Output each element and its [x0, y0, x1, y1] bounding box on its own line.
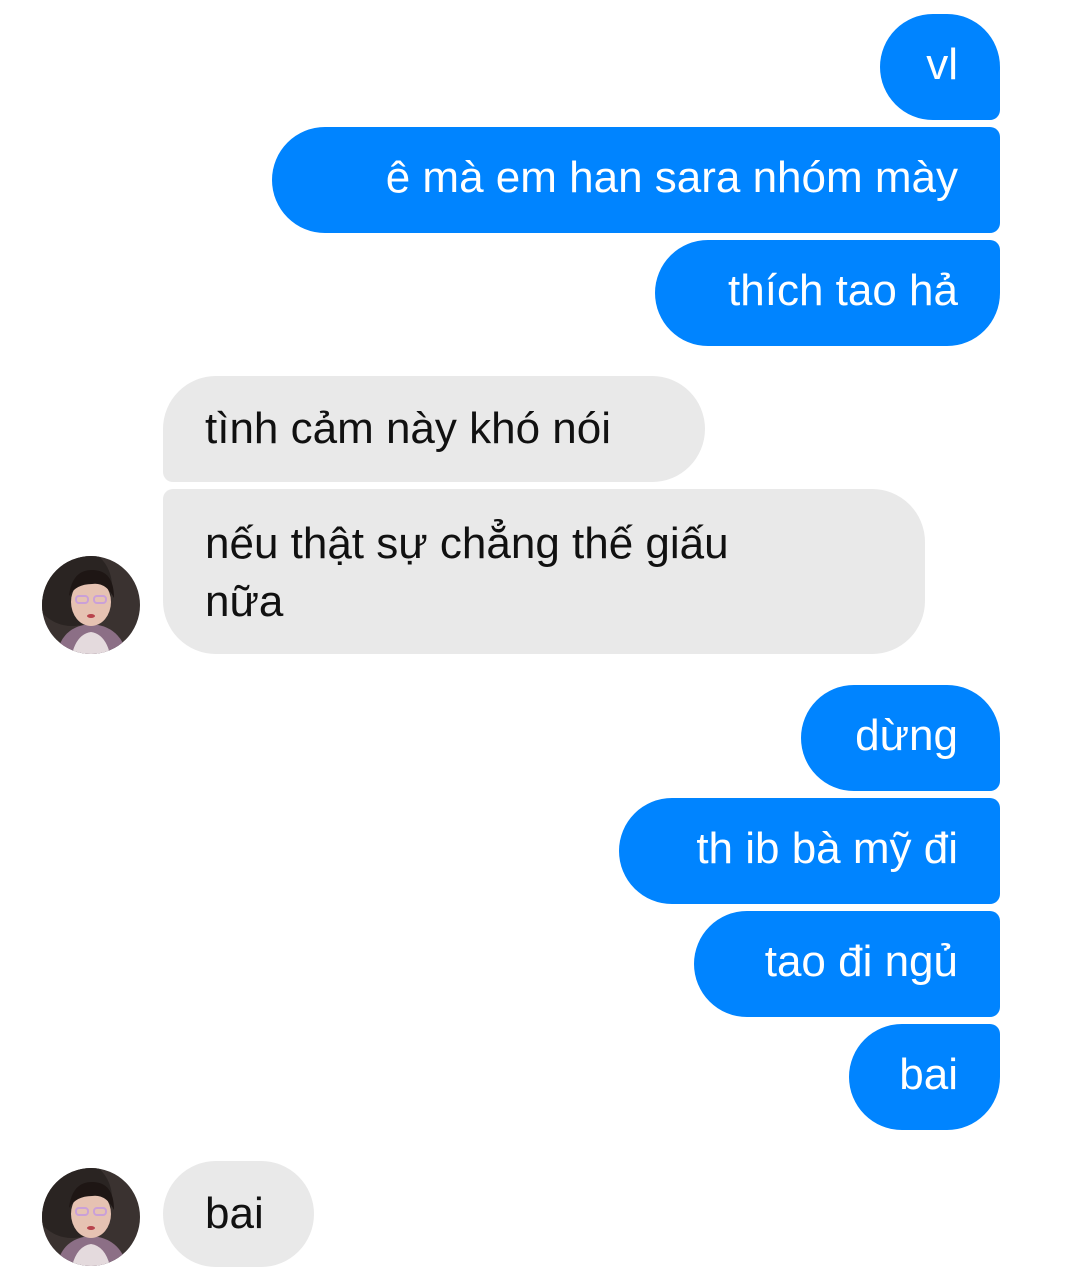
- message-bubble-incoming[interactable]: bai: [163, 1161, 314, 1267]
- message-bubble-outgoing[interactable]: bai: [849, 1024, 1000, 1130]
- message-bubble-outgoing[interactable]: thích tao hả: [655, 240, 1000, 346]
- message-bubble-incoming[interactable]: tình cảm này khó nói: [163, 376, 705, 482]
- contact-avatar-photo-icon: [42, 1168, 140, 1266]
- contact-avatar[interactable]: [42, 1168, 140, 1266]
- message-bubble-outgoing[interactable]: tao đi ngủ: [694, 911, 1000, 1017]
- message-bubble-outgoing[interactable]: dừng: [801, 685, 1000, 791]
- message-bubble-outgoing[interactable]: vl: [880, 14, 1000, 120]
- message-bubble-outgoing[interactable]: ê mà em han sara nhóm mày: [272, 127, 1000, 233]
- contact-avatar[interactable]: [42, 556, 140, 654]
- message-bubble-incoming[interactable]: nếu thật sự chẳng thế giấu nữa: [163, 489, 925, 654]
- contact-avatar-photo-icon: [42, 556, 140, 654]
- message-bubble-outgoing[interactable]: th ib bà mỹ đi: [619, 798, 1000, 904]
